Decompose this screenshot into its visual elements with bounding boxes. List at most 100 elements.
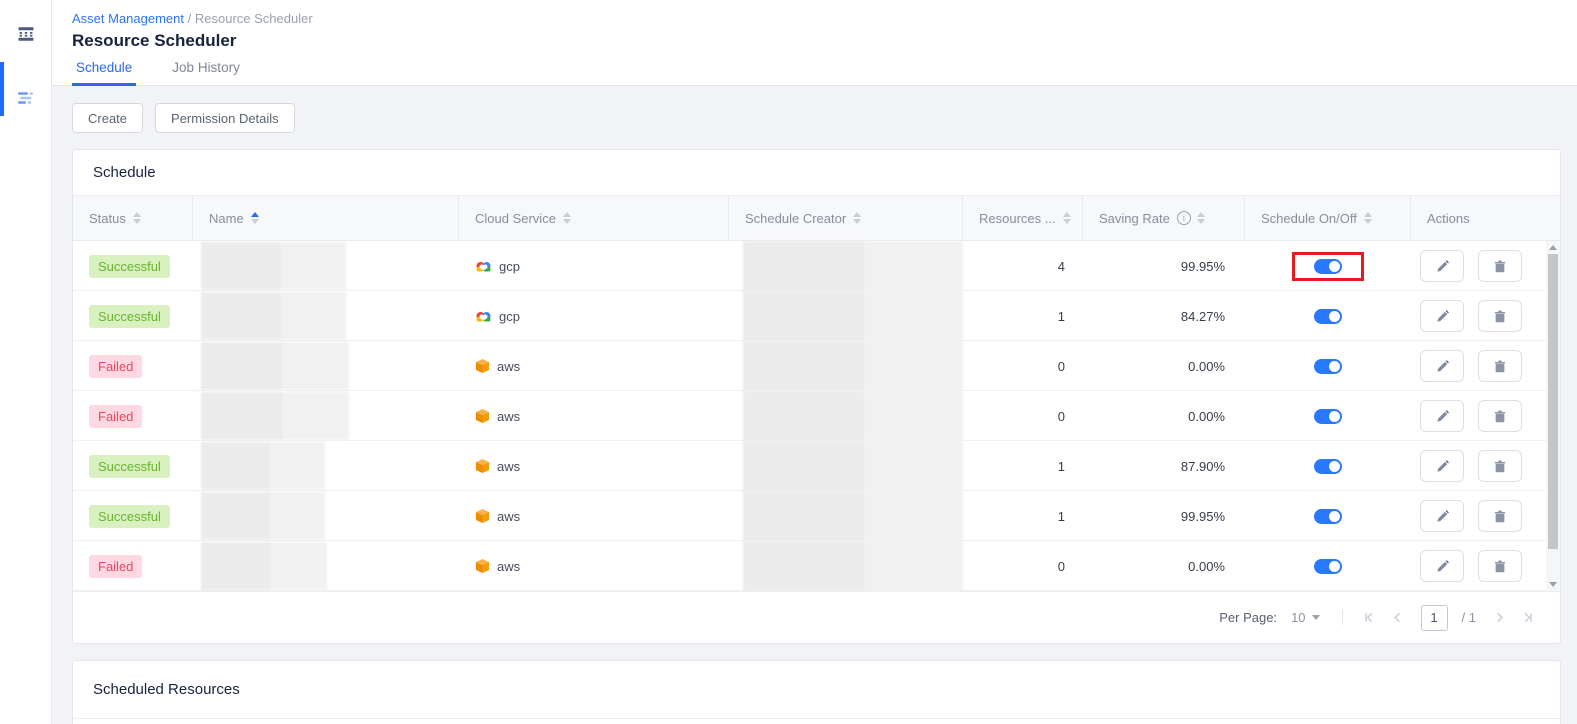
column-header-cloud-service[interactable]: Cloud Service [459,196,729,240]
column-header-name[interactable]: Name [193,196,459,240]
schedule-toggle[interactable] [1314,359,1342,374]
schedule-on-off-cell [1245,241,1411,291]
column-header-saving-rate[interactable]: Saving Ratei [1083,196,1245,240]
actions-cell [1411,291,1560,341]
sort-caret-icon [1197,212,1205,224]
delete-button[interactable] [1478,300,1522,332]
delete-button[interactable] [1478,450,1522,482]
schedule-on-off-cell [1245,391,1411,441]
column-header-resources[interactable]: Resources ... [963,196,1083,240]
next-page-button[interactable] [1490,609,1508,627]
status-badge: Successful [89,455,170,478]
column-header-schedule-creator[interactable]: Schedule Creator [729,196,963,240]
page-header: Asset Management / Resource Scheduler Re… [52,0,1577,86]
scroll-up-arrow-icon[interactable] [1546,241,1560,254]
status-cell: Successful [73,491,193,541]
edit-button[interactable] [1420,500,1464,532]
redacted-creator [743,291,963,341]
schedule-creator-cell [729,491,963,541]
prev-page-button[interactable] [1389,609,1407,627]
delete-button[interactable] [1478,250,1522,282]
sort-caret-icon [853,212,861,224]
list-icon [17,89,35,107]
status-badge: Successful [89,255,170,278]
delete-button[interactable] [1478,400,1522,432]
scroll-down-arrow-icon[interactable] [1546,578,1560,591]
page-number-input[interactable]: 1 [1421,605,1448,631]
resources-cell: 1 [963,291,1083,341]
scrollbar-thumb[interactable] [1548,254,1558,549]
breadcrumb-link-asset-management[interactable]: Asset Management [72,11,184,26]
edit-button[interactable] [1420,300,1464,332]
schedule-toggle[interactable] [1314,459,1342,474]
saving-rate-cell: 84.27% [1083,291,1245,341]
scheduled-resources-card: Scheduled Resources [72,660,1561,724]
actions-cell [1411,341,1560,391]
toolbar: Create Permission Details [72,103,1561,133]
edit-button[interactable] [1420,450,1464,482]
cloud-service-cell: aws [459,391,729,441]
schedule-toggle[interactable] [1314,559,1342,574]
schedule-toggle[interactable] [1314,409,1342,424]
schedule-toggle[interactable] [1314,259,1342,274]
edit-button[interactable] [1420,250,1464,282]
redacted-creator [743,541,963,591]
trash-icon [1493,459,1507,474]
last-page-button[interactable] [1518,609,1536,627]
cloud-service-label: gcp [499,259,520,274]
first-page-button[interactable] [1361,609,1379,627]
table-row: Failed aws 0 0.00% [73,541,1560,591]
per-page-select[interactable]: 10 [1287,610,1323,625]
edit-button[interactable] [1420,400,1464,432]
redacted-name [201,392,349,440]
breadcrumb-separator: / [188,11,195,26]
delete-button[interactable] [1478,350,1522,382]
cloud-service-cell: aws [459,491,729,541]
sidebar-item-resource-scheduler[interactable] [0,70,52,126]
schedule-on-off-cell [1245,341,1411,391]
app-window: Asset Management / Resource Scheduler Re… [0,0,1577,724]
table-header-row: Status Name Cloud Service Schedule Creat… [73,196,1560,241]
trash-icon [1493,359,1507,374]
sort-caret-icon [251,212,259,224]
info-icon[interactable]: i [1177,211,1191,225]
resources-cell: 1 [963,491,1083,541]
saving-rate-cell: 0.00% [1083,541,1245,591]
sort-caret-icon [1063,212,1071,224]
status-cell: Failed [73,541,193,591]
breadcrumb-current: Resource Scheduler [195,11,313,26]
content-area: Create Permission Details Schedule Statu… [52,86,1577,724]
table-row: Successful gcp 4 99.95% [73,241,1560,291]
saving-rate-cell: 99.95% [1083,241,1245,291]
last-page-icon [1520,610,1535,625]
permission-details-button[interactable]: Permission Details [155,103,295,133]
edit-pencil-icon [1435,309,1450,324]
cloud-service-cell: aws [459,541,729,591]
tab-job-history[interactable]: Job History [168,60,244,85]
table-scrollbar[interactable] [1546,241,1560,591]
column-header-status[interactable]: Status [73,196,193,240]
edit-button[interactable] [1420,350,1464,382]
schedule-creator-cell [729,541,963,591]
cloud-service-label: aws [497,409,520,424]
pagination-divider [1342,610,1343,625]
gcp-icon [475,310,492,323]
status-badge: Failed [89,555,142,578]
schedule-toggle[interactable] [1314,509,1342,524]
sidebar-item-asset-management[interactable] [0,6,52,62]
trash-icon [1493,409,1507,424]
delete-button[interactable] [1478,550,1522,582]
resources-cell: 0 [963,341,1083,391]
column-header-schedule-on-off[interactable]: Schedule On/Off [1245,196,1411,240]
edit-button[interactable] [1420,550,1464,582]
tab-schedule[interactable]: Schedule [72,60,136,85]
status-cell: Successful [73,291,193,341]
table-row: Successful gcp 1 84.27% [73,291,1560,341]
delete-button[interactable] [1478,500,1522,532]
cloud-service-cell: gcp [459,291,729,341]
schedule-toggle[interactable] [1314,309,1342,324]
column-header-actions: Actions [1411,196,1560,240]
tab-bar: Schedule Job History [72,60,1577,85]
aws-icon [475,508,490,524]
create-button[interactable]: Create [72,103,143,133]
